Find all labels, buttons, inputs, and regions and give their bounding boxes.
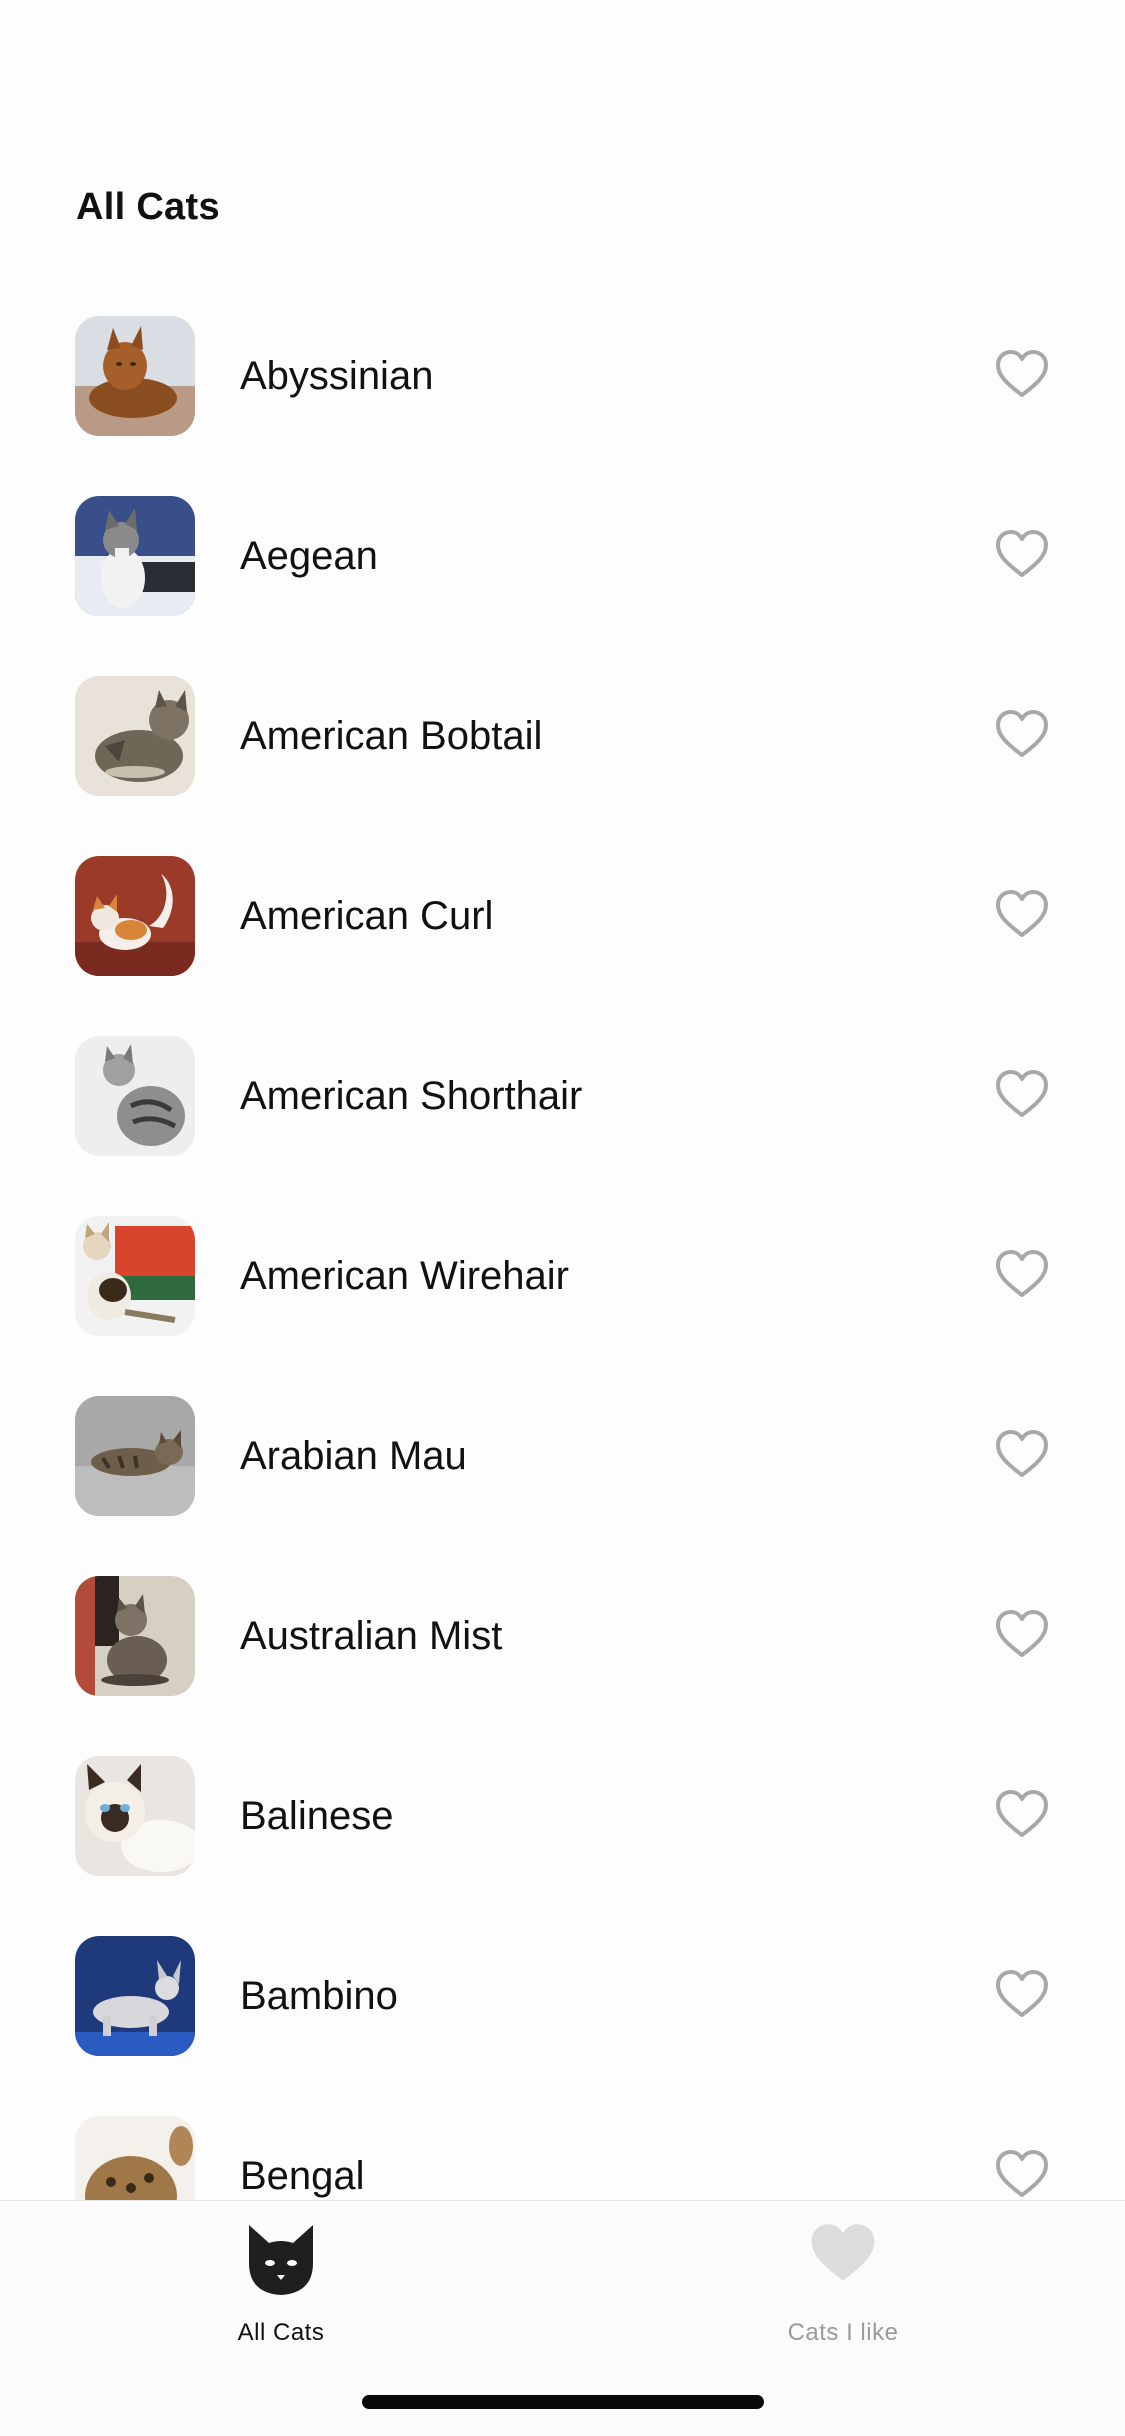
like-heart-icon[interactable] <box>994 1788 1050 1840</box>
cat-name: American Shorthair <box>240 1074 583 1118</box>
cat-row[interactable]: American Shorthair <box>0 1036 1125 1216</box>
cat-name: Abyssinian <box>240 354 434 398</box>
like-heart-icon[interactable] <box>994 1428 1050 1480</box>
like-heart-icon[interactable] <box>994 1968 1050 2020</box>
cat-name: American Curl <box>240 894 494 938</box>
tab-bar: All Cats Cats I like <box>0 2200 1125 2436</box>
cat-name: American Bobtail <box>240 714 543 758</box>
cat-photo <box>75 676 195 796</box>
cat-photo <box>75 1216 195 1336</box>
cat-photo <box>75 2116 195 2200</box>
cat-photo <box>75 1036 195 1156</box>
cat-row[interactable]: American Curl <box>0 856 1125 1036</box>
tab-all-cats[interactable]: All Cats <box>81 2201 481 2361</box>
tab-label: All Cats <box>237 2319 325 2346</box>
cat-name: Australian Mist <box>240 1614 503 1658</box>
cat-row[interactable]: Bambino <box>0 1936 1125 2116</box>
cat-row[interactable]: Arabian Mau <box>0 1396 1125 1576</box>
heart-filled-icon <box>805 2219 881 2292</box>
like-heart-icon[interactable] <box>994 708 1050 760</box>
cat-photo <box>75 1396 195 1516</box>
like-heart-icon[interactable] <box>994 1608 1050 1660</box>
tab-label: Cats I like <box>787 2319 899 2346</box>
cat-row[interactable]: Aegean <box>0 496 1125 676</box>
like-heart-icon[interactable] <box>994 528 1050 580</box>
cat-photo <box>75 1756 195 1876</box>
cat-list[interactable]: All Cats Abyssinian Aegean American Bobt… <box>0 0 1125 2200</box>
like-heart-icon[interactable] <box>994 2148 1050 2200</box>
cat-photo <box>75 1576 195 1696</box>
cat-name: Balinese <box>240 1794 394 1838</box>
cat-row[interactable]: Balinese <box>0 1756 1125 1936</box>
cat-photo <box>75 496 195 616</box>
cat-row[interactable]: Bengal <box>0 2116 1125 2200</box>
cat-row[interactable]: American Wirehair <box>0 1216 1125 1396</box>
cat-photo <box>75 856 195 976</box>
like-heart-icon[interactable] <box>994 888 1050 940</box>
page-title: All Cats <box>76 186 220 228</box>
cat-name: Arabian Mau <box>240 1434 467 1478</box>
cat-row[interactable]: Abyssinian <box>0 316 1125 496</box>
cat-photo <box>75 1936 195 2056</box>
cat-photo <box>75 316 195 436</box>
home-indicator[interactable] <box>362 2395 764 2409</box>
like-heart-icon[interactable] <box>994 1248 1050 1300</box>
cat-name: Bengal <box>240 2154 365 2198</box>
cat-name: Bambino <box>240 1974 398 2018</box>
app-screen: All Cats Abyssinian Aegean American Bobt… <box>0 0 1125 2436</box>
cat-row[interactable]: Australian Mist <box>0 1576 1125 1756</box>
like-heart-icon[interactable] <box>994 348 1050 400</box>
cat-face-icon <box>241 2219 321 2304</box>
cat-name: Aegean <box>240 534 378 578</box>
cat-name: American Wirehair <box>240 1254 569 1298</box>
cat-row[interactable]: American Bobtail <box>0 676 1125 856</box>
tab-cats-i-like[interactable]: Cats I like <box>643 2201 1043 2361</box>
like-heart-icon[interactable] <box>994 1068 1050 1120</box>
